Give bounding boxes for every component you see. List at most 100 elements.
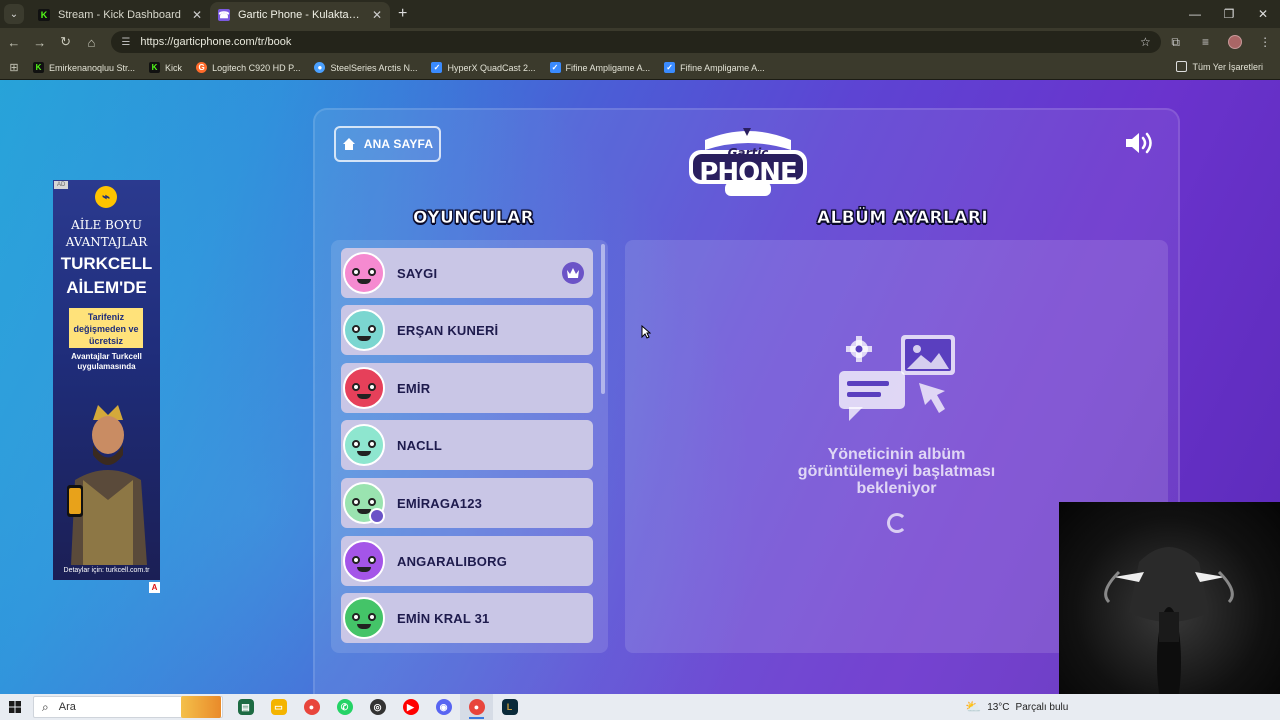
hyperx-icon: ✓ — [431, 62, 443, 73]
taskbar-app[interactable]: ◉ — [427, 694, 460, 720]
gartic-phone-logo: Gartic PHONE — [687, 124, 809, 200]
reload-icon[interactable]: ↻ — [54, 30, 78, 54]
taskbar-app[interactable]: ▭ — [262, 694, 295, 720]
players-title: OYUNCULAR — [413, 208, 535, 229]
waiting-message: Yöneticinin albüm görüntülemeyi başlatma… — [797, 446, 996, 497]
search-placeholder: Ara — [58, 701, 76, 713]
gartic-icon: ☎ — [218, 9, 230, 21]
address-bar[interactable]: ☰ https://garticphone.com/tr/book ☆ — [111, 31, 1161, 53]
player-name: ANGARALIBORG — [397, 553, 508, 569]
player-row: NACLL — [341, 420, 593, 470]
bookmark-item[interactable]: K Kick — [142, 62, 189, 73]
player-name: ERŞAN KUNERİ — [397, 322, 499, 338]
player-name: NACLL — [397, 437, 443, 453]
player-row: ERŞAN KUNERİ — [341, 305, 593, 355]
site-info-icon[interactable]: ☰ — [121, 37, 130, 48]
fifine-icon: ✓ — [664, 62, 676, 73]
bookmark-item[interactable]: G Logitech C920 HD P... — [189, 62, 307, 73]
back-icon[interactable]: ← — [2, 30, 26, 54]
temperature: 13°C — [987, 701, 1010, 713]
ad-brand: AİLEM'DE — [66, 278, 147, 297]
menu-icon[interactable]: ⋮ — [1250, 30, 1280, 54]
start-button[interactable] — [0, 694, 30, 720]
player-row: ANGARALIBORG — [341, 536, 593, 586]
adchoices-icon[interactable]: A — [149, 582, 160, 593]
profile-avatar[interactable] — [1220, 30, 1250, 54]
advertisement-banner[interactable]: AD ⌁ AİLE BOYU AVANTAJLAR TURKCELL AİLEM… — [53, 180, 160, 580]
tab-kick-dashboard[interactable]: K Stream - Kick Dashboard ✕ — [30, 2, 210, 28]
taskbar-app[interactable]: ● — [295, 694, 328, 720]
partly-cloudy-icon: ⛅ — [965, 699, 982, 714]
game-panel: ANA SAYFA Gartic PHONE OYUNCULAR ALBÜM A… — [313, 108, 1180, 694]
obs-icon: ◎ — [369, 699, 386, 715]
minimize-icon[interactable]: — — [1178, 0, 1212, 28]
app-icon: ▤ — [237, 699, 254, 715]
player-name: EMİN KRAL 31 — [397, 610, 490, 626]
bookmark-item[interactable]: ● SteelSeries Arctis N... — [307, 62, 424, 73]
player-name: EMİR — [397, 380, 431, 396]
kick-icon: K — [149, 62, 161, 73]
player-row: SAYGI — [341, 248, 593, 298]
taskbar-app[interactable]: L — [493, 694, 526, 720]
bookmark-item[interactable]: ✓ HyperX QuadCast 2... — [424, 62, 542, 73]
all-bookmarks[interactable]: Tüm Yer İşaretleri — [1169, 61, 1270, 72]
bookmark-item[interactable]: K Emirkenanoqluu Str... — [26, 62, 142, 73]
album-settings-title: ALBÜM AYARLARI — [817, 208, 989, 229]
media-icon[interactable]: ≡ — [1191, 30, 1221, 54]
discord-icon: ◉ — [435, 699, 452, 715]
taskbar-app[interactable]: ✆ — [328, 694, 361, 720]
new-tab-icon[interactable]: + — [398, 5, 407, 23]
album-waiting-icon — [839, 335, 955, 421]
url-text[interactable]: https://garticphone.com/tr/book — [140, 36, 1140, 48]
search-highlight-image — [181, 696, 221, 718]
player-row: EMİR — [341, 363, 593, 413]
sound-icon[interactable] — [1124, 130, 1154, 156]
folder-icon — [1176, 61, 1188, 72]
tab-search-icon[interactable]: ⌄ — [4, 4, 24, 24]
extensions-icon[interactable]: ⧉ — [1161, 30, 1191, 54]
lol-icon: L — [501, 699, 518, 715]
taskbar-app[interactable]: ▶ — [394, 694, 427, 720]
bookmark-item[interactable]: ✓ Fifine Ampligame A... — [543, 62, 658, 73]
tab-title: Gartic Phone - Kulaktan Kulağa — [238, 9, 364, 21]
fifine-icon: ✓ — [549, 62, 561, 73]
logitech-icon: G — [196, 62, 208, 73]
ad-brand: TURKCELL — [60, 254, 153, 273]
webcam-overlay — [1059, 502, 1280, 720]
ad-headline: AİLE BOYU — [71, 218, 142, 232]
home-button[interactable]: ANA SAYFA — [334, 126, 441, 162]
close-tab-icon[interactable]: ✕ — [192, 8, 202, 22]
weather-text: Parçalı bulu — [1015, 701, 1069, 713]
bookmark-item[interactable]: ✓ Fifine Ampligame A... — [657, 62, 772, 73]
pink-monster-avatar — [343, 252, 385, 294]
search-icon: ⌕ — [42, 699, 49, 714]
bookmark-star-icon[interactable]: ☆ — [1140, 35, 1151, 49]
taskbar-app[interactable]: ● — [460, 694, 493, 720]
player-row: EMİN KRAL 31 — [341, 593, 593, 643]
youtube-icon: ▶ — [402, 699, 419, 715]
steelseries-icon: ● — [314, 62, 326, 73]
bookmarks-bar: ⊞ K Emirkenanoqluu Str... K Kick G Logitech… — [0, 56, 1280, 80]
home-icon[interactable]: ⌂ — [80, 30, 104, 54]
motorcycle-image — [1104, 547, 1234, 717]
ad-footer: Detaylar için: turkcell.com.tr — [63, 567, 150, 574]
kick-icon: K — [38, 9, 50, 21]
close-tab-icon[interactable]: ✕ — [372, 8, 382, 22]
weather-widget[interactable]: ⛅ 13°C Parçalı bulu — [965, 694, 1068, 720]
taskbar-app[interactable]: ▤ — [229, 694, 262, 720]
close-window-icon[interactable]: ✕ — [1246, 0, 1280, 28]
tab-gartic-phone[interactable]: ☎ Gartic Phone - Kulaktan Kulağa ✕ — [210, 2, 390, 28]
restore-icon[interactable]: ❐ — [1212, 0, 1246, 28]
taskbar-app[interactable]: ◎ — [361, 694, 394, 720]
ad-subtext: Avantajlar Turkcell uygulamasında — [71, 352, 142, 371]
kick-icon: K — [33, 62, 44, 73]
ad-person-image — [67, 405, 147, 565]
red-demon-avatar — [343, 367, 385, 409]
purple-ghost-avatar — [343, 540, 385, 582]
player-name: SAYGI — [397, 265, 438, 281]
panda-avatar — [343, 482, 385, 524]
players-list[interactable]: SAYGI ERŞAN KUNERİ EMİR NACLL EMİRAGA123 — [331, 240, 608, 653]
apps-grid-icon[interactable]: ⊞ — [2, 56, 26, 80]
forward-icon[interactable]: → — [28, 30, 52, 54]
players-scrollbar[interactable] — [601, 244, 605, 394]
